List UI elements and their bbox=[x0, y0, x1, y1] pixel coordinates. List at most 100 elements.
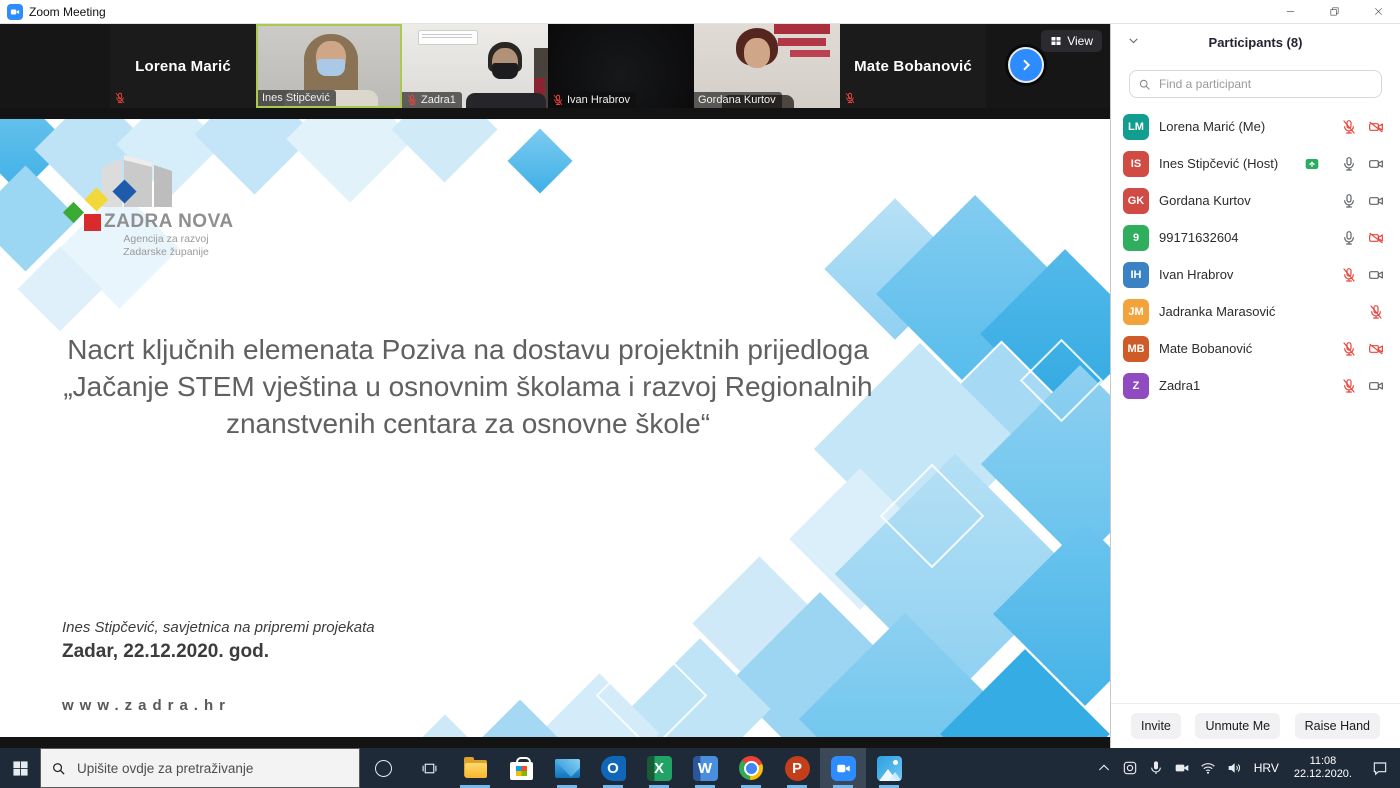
participant-name: Ines Stipčević bbox=[262, 92, 330, 104]
slide-title: Nacrt ključnih elemenata Poziva na dosta… bbox=[58, 331, 878, 442]
building-icon bbox=[94, 153, 182, 211]
camera-on-icon bbox=[1368, 378, 1384, 394]
video-tile-zadra1[interactable]: Zadra1 bbox=[402, 24, 548, 108]
taskbar-zoom[interactable] bbox=[820, 748, 866, 788]
taskbar-search-input[interactable] bbox=[75, 760, 349, 777]
next-page-arrow-button[interactable] bbox=[1008, 47, 1044, 83]
participant-name: Zadra1 bbox=[421, 94, 456, 106]
avatar: JM bbox=[1123, 299, 1149, 325]
taskbar-mail[interactable] bbox=[544, 748, 590, 788]
video-strip: Lorena Marić Ines Stipčević bbox=[0, 24, 1110, 108]
video-tile-label: Ines Stipčević bbox=[258, 90, 336, 106]
cortana-icon bbox=[375, 760, 392, 777]
outlook-icon: O bbox=[601, 756, 626, 781]
chrome-icon bbox=[739, 756, 763, 780]
camera-off-icon bbox=[1368, 119, 1384, 135]
system-tray: HRV 11:08 22.12.2020. bbox=[1091, 748, 1400, 788]
view-button[interactable]: View bbox=[1041, 30, 1102, 52]
store-icon bbox=[510, 762, 533, 780]
unmute-me-button[interactable]: Unmute Me bbox=[1195, 713, 1280, 739]
taskbar-photos[interactable] bbox=[866, 748, 912, 788]
mic-muted-icon bbox=[406, 94, 418, 106]
mic-muted-icon bbox=[1341, 267, 1357, 283]
wifi-icon[interactable] bbox=[1195, 748, 1221, 788]
participant-name: Ines Stipčević (Host) bbox=[1159, 156, 1278, 171]
participant-name: Mate Bobanović bbox=[840, 24, 986, 108]
participant-row[interactable]: JM Jadranka Marasović bbox=[1111, 293, 1400, 330]
invite-button[interactable]: Invite bbox=[1131, 713, 1181, 739]
participant-row[interactable]: 9 99171632604 bbox=[1111, 219, 1400, 256]
window-controls bbox=[1268, 0, 1400, 23]
camera-on-icon bbox=[1368, 267, 1384, 283]
restore-button[interactable] bbox=[1312, 0, 1356, 23]
video-tile-ines[interactable]: Ines Stipčević bbox=[256, 24, 402, 108]
presentation-slide: ZADRA NOVA Agencija za razvoj Zadarske ž… bbox=[0, 119, 1110, 737]
participant-row[interactable]: LM Lorena Marić (Me) bbox=[1111, 108, 1400, 145]
avatar: IS bbox=[1123, 151, 1149, 177]
taskbar-file-explorer[interactable] bbox=[452, 748, 498, 788]
red-square bbox=[84, 214, 101, 231]
close-button[interactable] bbox=[1356, 0, 1400, 23]
task-view-button[interactable] bbox=[406, 748, 452, 788]
tray-zoom-icon[interactable] bbox=[1117, 748, 1143, 788]
screen-share-icon bbox=[1304, 156, 1320, 172]
participant-name: Lorena Marić (Me) bbox=[1159, 119, 1265, 134]
taskbar-search-box[interactable] bbox=[40, 748, 360, 788]
start-button[interactable] bbox=[0, 748, 40, 788]
participant-row[interactable]: Z Zadra1 bbox=[1111, 367, 1400, 404]
mic-muted-icon bbox=[552, 94, 564, 106]
participants-footer: Invite Unmute Me Raise Hand bbox=[1111, 703, 1400, 748]
titlebar: Zoom Meeting bbox=[0, 0, 1400, 24]
taskbar-clock[interactable]: 11:08 22.12.2020. bbox=[1286, 755, 1360, 781]
brand-tagline: Agencija za razvoj Zadarske županije bbox=[106, 233, 226, 259]
participant-name: Gordana Kurtov bbox=[698, 94, 776, 106]
raise-hand-button[interactable]: Raise Hand bbox=[1295, 713, 1380, 739]
zadra-nova-logo: ZADRA NOVA Agencija za razvoj Zadarske ž… bbox=[64, 153, 244, 263]
participant-row[interactable]: IS Ines Stipčević (Host) bbox=[1111, 145, 1400, 182]
taskbar-outlook[interactable]: O bbox=[590, 748, 636, 788]
video-tile-label: Ivan Hrabrov bbox=[548, 92, 636, 108]
avatar: Z bbox=[1123, 373, 1149, 399]
avatar: MB bbox=[1123, 336, 1149, 362]
action-center-icon[interactable] bbox=[1360, 748, 1400, 788]
slide-presenter: Ines Stipčević, savjetnica na pripremi p… bbox=[62, 619, 375, 636]
tagline-line2: Zadarske županije bbox=[123, 246, 209, 258]
slide-location-date: Zadar, 22.12.2020. god. bbox=[62, 641, 269, 663]
participant-name: Ivan Hrabrov bbox=[1159, 267, 1233, 282]
taskbar-word[interactable]: W bbox=[682, 748, 728, 788]
language-indicator[interactable]: HRV bbox=[1247, 761, 1286, 775]
tray-camera-icon[interactable] bbox=[1169, 748, 1195, 788]
participant-row[interactable]: MB Mate Bobanović bbox=[1111, 330, 1400, 367]
chevron-down-icon[interactable] bbox=[1127, 34, 1140, 52]
taskbar-chrome[interactable] bbox=[728, 748, 774, 788]
minimize-button[interactable] bbox=[1268, 0, 1312, 23]
taskbar-powerpoint[interactable]: P bbox=[774, 748, 820, 788]
video-tile-gordana[interactable]: Gordana Kurtov bbox=[694, 24, 840, 108]
clock-time: 11:08 bbox=[1294, 755, 1352, 768]
video-tile-label: Zadra1 bbox=[402, 92, 462, 108]
video-tile-mate[interactable]: Mate Bobanović bbox=[840, 24, 986, 108]
zoom-app-icon bbox=[7, 4, 23, 20]
taskbar-excel[interactable]: X bbox=[636, 748, 682, 788]
zoom-icon bbox=[831, 756, 856, 781]
tray-microphone-icon[interactable] bbox=[1143, 748, 1169, 788]
word-icon: W bbox=[693, 756, 718, 781]
task-view-icon bbox=[421, 760, 438, 777]
participant-row[interactable]: GK Gordana Kurtov bbox=[1111, 182, 1400, 219]
participant-row[interactable]: IH Ivan Hrabrov bbox=[1111, 256, 1400, 293]
meeting-content-area: Lorena Marić Ines Stipčević bbox=[0, 24, 1110, 748]
participant-search-input[interactable] bbox=[1157, 76, 1373, 92]
clock-date: 22.12.2020. bbox=[1294, 768, 1352, 781]
mic-muted-icon bbox=[1341, 119, 1357, 135]
tray-chevron-up-icon[interactable] bbox=[1091, 748, 1117, 788]
cortana-button[interactable] bbox=[360, 748, 406, 788]
participant-search-box[interactable] bbox=[1129, 70, 1382, 98]
decor-diamond bbox=[396, 715, 495, 737]
participant-name: Ivan Hrabrov bbox=[567, 94, 630, 106]
volume-icon[interactable] bbox=[1221, 748, 1247, 788]
video-tile-lorena[interactable]: Lorena Marić bbox=[110, 24, 256, 108]
video-tile-ivan[interactable]: Ivan Hrabrov bbox=[548, 24, 694, 108]
mic-muted-icon bbox=[1368, 304, 1384, 320]
avatar: GK bbox=[1123, 188, 1149, 214]
taskbar-microsoft-store[interactable] bbox=[498, 748, 544, 788]
